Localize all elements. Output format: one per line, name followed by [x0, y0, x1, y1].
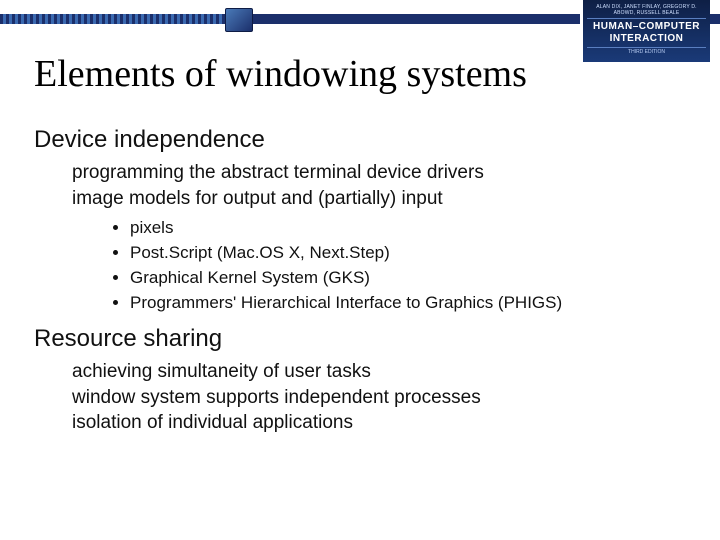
book-cover: ALAN DIX, JANET FINLAY, GREGORY D. ABOWD…: [580, 0, 710, 62]
list-item: Graphical Kernel System (GKS): [130, 267, 680, 290]
list-item: Programmers' Hierarchical Interface to G…: [130, 292, 680, 315]
list-item: pixels: [130, 217, 680, 240]
section-resource-sharing: Resource sharing achieving simultaneity …: [34, 325, 680, 436]
section-sub: isolation of individual applications: [72, 410, 680, 436]
header-chip-icon: [225, 8, 253, 32]
header-bar: ALAN DIX, JANET FINLAY, GREGORY D. ABOWD…: [0, 0, 720, 28]
section-sub: image models for output and (partially) …: [72, 186, 680, 212]
section-sub: window system supports independent proce…: [72, 385, 680, 411]
section-sub: programming the abstract terminal device…: [72, 160, 680, 186]
bullet-list: pixels Post.Script (Mac.OS X, Next.Step)…: [104, 217, 680, 315]
book-title: HUMAN–COMPUTER INTERACTION: [587, 18, 706, 48]
section-head: Resource sharing: [34, 325, 680, 353]
list-item: Post.Script (Mac.OS X, Next.Step): [130, 242, 680, 265]
section-sub: achieving simultaneity of user tasks: [72, 359, 680, 385]
header-stripe: [0, 14, 250, 24]
book-authors: ALAN DIX, JANET FINLAY, GREGORY D. ABOWD…: [587, 4, 706, 16]
section-head: Device independence: [34, 126, 680, 154]
book-edition: THIRD EDITION: [587, 49, 706, 55]
section-device-independence: Device independence programming the abst…: [34, 126, 680, 315]
